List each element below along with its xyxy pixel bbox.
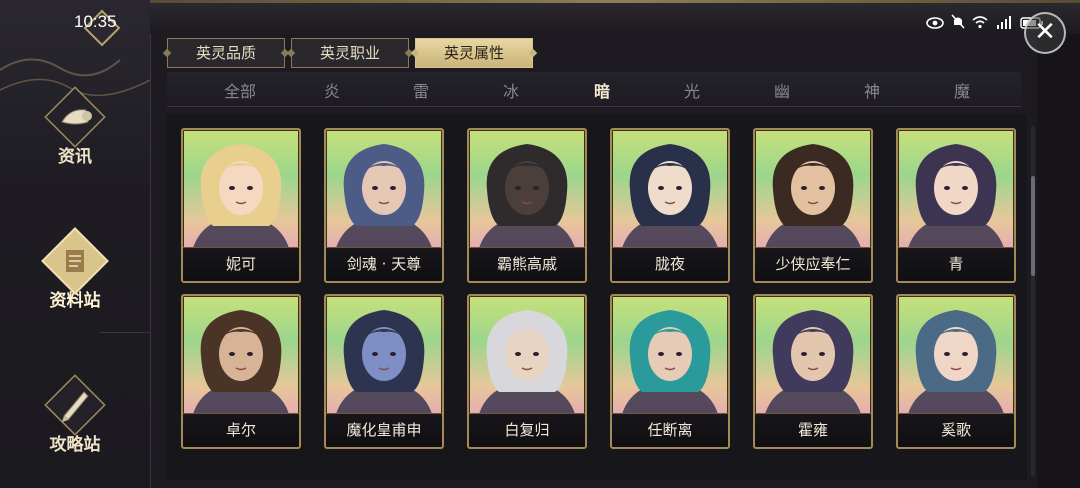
- hero-name: 青: [898, 247, 1014, 281]
- filter-thunder[interactable]: 雷: [413, 78, 429, 102]
- scroll-icon: [40, 226, 110, 296]
- hero-name: 剑魂 · 天尊: [326, 247, 442, 281]
- sidebar: 资讯 资料站 攻略站: [0, 0, 150, 488]
- hero-name: 白复归: [469, 413, 585, 447]
- hero-name: 胧夜: [612, 247, 728, 281]
- hero-card[interactable]: 卓尔: [181, 294, 301, 449]
- hero-name: 霸熊高戚: [469, 247, 585, 281]
- hero-portrait: [765, 310, 861, 414]
- quill-icon: [40, 370, 110, 440]
- signal-5g-icon: [995, 14, 1013, 33]
- hero-portrait: [908, 310, 1004, 414]
- hero-portrait: [479, 144, 575, 248]
- hero-name: 卓尔: [183, 413, 299, 447]
- hero-portrait: [336, 144, 432, 248]
- hero-card[interactable]: 魔化皇甫申: [324, 294, 444, 449]
- mute-icon: [951, 14, 965, 33]
- hero-name: 霍雍: [755, 413, 871, 447]
- hero-card[interactable]: 剑魂 · 天尊: [324, 128, 444, 283]
- tab-class[interactable]: 英灵职业: [291, 38, 409, 68]
- hero-portrait: [193, 310, 289, 414]
- hero-portrait: [193, 144, 289, 248]
- hero-portrait: [908, 144, 1004, 248]
- tab-attribute[interactable]: 英灵属性: [415, 38, 533, 68]
- tab-quality[interactable]: 英灵品质: [167, 38, 285, 68]
- hero-name: 任断离: [612, 413, 728, 447]
- filter-ghost[interactable]: 幽: [774, 78, 790, 102]
- filter-all[interactable]: 全部: [224, 78, 256, 102]
- horn-icon: [40, 82, 110, 152]
- hero-card[interactable]: 任断离: [610, 294, 730, 449]
- filter-fire[interactable]: 炎: [324, 78, 340, 102]
- hero-portrait: [622, 144, 718, 248]
- hero-name: 奚歌: [898, 413, 1014, 447]
- close-button[interactable]: ✕: [1024, 12, 1066, 54]
- hero-card[interactable]: 霸熊高戚: [467, 128, 587, 283]
- hero-card[interactable]: 白复归: [467, 294, 587, 449]
- hero-portrait: [479, 310, 575, 414]
- wifi-icon: [972, 14, 988, 33]
- hero-card[interactable]: 胧夜: [610, 128, 730, 283]
- hero-card[interactable]: 奚歌: [896, 294, 1016, 449]
- filter-demon[interactable]: 魔: [954, 78, 970, 102]
- attribute-filter-bar: 全部 炎 雷 冰 暗 光 幽 神 魔: [167, 72, 1021, 107]
- hero-grid: 妮可 剑魂 · 天尊 霸熊高戚 胧夜 少侠应奉仁青卓尔 魔化皇甫申 白复归 任断离 霍雍 奚歌: [167, 114, 1027, 480]
- status-bar: 10:35: [0, 0, 1080, 34]
- category-tabs: 英灵品质 英灵职业 英灵属性: [167, 38, 533, 68]
- filter-light[interactable]: 光: [684, 78, 700, 102]
- hero-portrait: [336, 310, 432, 414]
- hero-card[interactable]: 妮可: [181, 128, 301, 283]
- eye-icon: [926, 14, 944, 33]
- filter-dark[interactable]: 暗: [594, 78, 610, 102]
- scrollbar-thumb[interactable]: [1031, 176, 1035, 276]
- hero-name: 少侠应奉仁: [755, 247, 871, 281]
- hero-name: 妮可: [183, 247, 299, 281]
- filter-divine[interactable]: 神: [864, 78, 880, 102]
- sidebar-item-news[interactable]: 资讯: [0, 82, 150, 167]
- hero-card[interactable]: 少侠应奉仁: [753, 128, 873, 283]
- hero-card[interactable]: 霍雍: [753, 294, 873, 449]
- sidebar-item-guides[interactable]: 攻略站: [0, 370, 150, 455]
- hero-portrait: [622, 310, 718, 414]
- hero-card[interactable]: 青: [896, 128, 1016, 283]
- status-time: 10:35: [74, 12, 117, 31]
- hero-portrait: [765, 144, 861, 248]
- filter-ice[interactable]: 冰: [503, 78, 519, 102]
- hero-name: 魔化皇甫申: [326, 413, 442, 447]
- main-panel: 英灵品质 英灵职业 英灵属性 全部 炎 雷 冰 暗 光 幽 神 魔 妮可 剑魂 ·…: [150, 34, 1037, 488]
- sidebar-item-database[interactable]: 资料站: [0, 226, 150, 311]
- divider: [100, 332, 150, 333]
